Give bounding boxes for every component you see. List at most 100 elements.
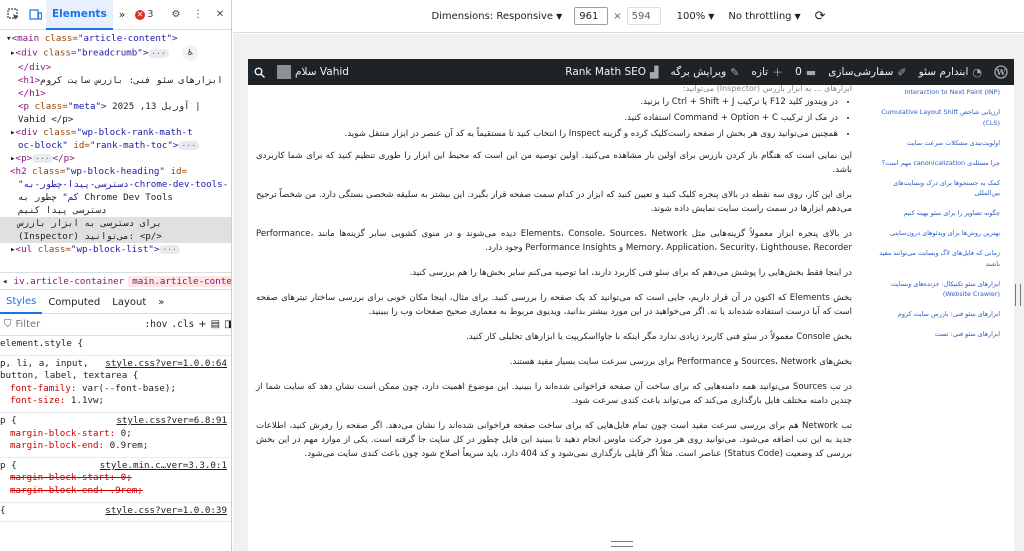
tree-node-h2-id[interactable]: "دسترسی-پیدا-چطور-به-chrome-dev-tools- — [0, 178, 231, 191]
tree-node-ul[interactable]: ▸<ul class="wp-block-list"> ··· — [0, 243, 231, 256]
wordpress-logo-icon[interactable]: W — [988, 59, 1014, 85]
rotate-icon[interactable]: ⟳ — [815, 9, 826, 24]
viewport-width-input[interactable]: 961 — [574, 7, 609, 25]
collapsed-dots[interactable]: ··· — [159, 245, 180, 254]
toc-link[interactable]: ابزارهای سئو فنی: بازرس سایت کروم — [874, 309, 1000, 320]
property-value[interactable]: 0; — [121, 428, 132, 439]
comments-menu[interactable]: 0 ▬ — [789, 59, 822, 85]
breadcrumb-item[interactable]: iv.article-container — [10, 276, 129, 287]
viewport-resize-handle-right[interactable] — [1015, 284, 1021, 306]
tree-node-selected[interactable]: برای دسترسی به ابزار بازرس — [0, 217, 231, 230]
property-value[interactable]: 0; — [121, 472, 132, 483]
tree-node-h1[interactable]: <h1>ابزارهای سئو فنی: بازرس سایت کروم — [0, 74, 231, 87]
toc-link[interactable]: زمانی که فایل‌های لاگ وبسایت می‌توانند م… — [874, 248, 1000, 269]
zoom-select[interactable]: 100% ▼ — [677, 11, 715, 22]
add-rule-icon[interactable]: + — [198, 319, 206, 330]
toc-link[interactable]: اولویت‌بندی مشکلات سرعت سایت — [874, 138, 1000, 149]
tab-computed[interactable]: Computed — [42, 292, 106, 314]
tree-node-h2-text2[interactable]: دسترسی پیدا کنیم — [0, 204, 231, 217]
sidebar-toggle-icon[interactable]: ◨ — [224, 319, 231, 330]
style-property[interactable]: margin-block-start: 0; — [0, 428, 231, 441]
inspect-element-icon[interactable] — [2, 4, 24, 26]
property-value[interactable]: 1.1vw; — [71, 395, 104, 406]
property-name[interactable]: font-size — [10, 395, 60, 406]
property-name[interactable]: margin-block-start — [10, 472, 110, 483]
tree-node-close[interactable]: </h1> — [0, 87, 231, 100]
more-tabs-button[interactable]: » — [113, 0, 131, 30]
tree-node-toc-cont[interactable]: oc-block" id="rank-math-toc"> ··· — [0, 139, 231, 152]
viewport-resize-handle-bottom[interactable] — [611, 541, 633, 547]
style-property[interactable]: font-family: var(--font-base); — [0, 383, 231, 396]
error-counter[interactable]: ✕ 3 — [135, 9, 154, 20]
tab-styles[interactable]: Styles — [0, 292, 43, 314]
viewport-height-input[interactable]: 594 — [626, 7, 661, 25]
tree-node-close[interactable]: </div> — [0, 61, 231, 74]
device-toggle-icon[interactable] — [24, 4, 46, 26]
tab-layout[interactable]: Layout — [106, 292, 152, 314]
rule-selector[interactable]: element.style { — [0, 338, 231, 351]
edit-page-menu[interactable]: ویرایش برگه ✎ — [664, 59, 745, 85]
customize-menu[interactable]: سفارشی‌سازی ✐ — [822, 59, 912, 85]
styles-filter-input[interactable] — [15, 319, 141, 330]
rule-selector[interactable]: button, label, textarea { — [0, 370, 231, 383]
class-toggle[interactable]: .cls — [171, 319, 194, 330]
article-paragraph: بخش Elements که اکنون در آن قرار داریم، … — [256, 293, 852, 317]
property-value[interactable]: 0.9rem; — [110, 440, 149, 451]
collapsed-dots[interactable]: ··· — [148, 48, 169, 58]
toc-link[interactable]: چرا مسئله‌ی canonicalization مهم است؟ — [874, 158, 1000, 169]
toc-link[interactable]: چگونه تصاویر را برای سئو بهینه کنیم — [874, 208, 1000, 219]
style-property[interactable]: font-size: 1.1vw; — [0, 395, 231, 408]
property-name[interactable]: margin-block-end — [10, 485, 99, 496]
collapsed-dots[interactable]: ··· — [178, 141, 199, 150]
collapsed-dots[interactable]: ··· — [32, 154, 53, 163]
property-name[interactable]: font-family — [10, 383, 71, 394]
dimensions-select[interactable]: Dimensions: Responsive ▼ — [431, 11, 562, 22]
hover-state-toggle[interactable]: :hov — [145, 319, 168, 330]
accessibility-icon[interactable]: ♿ — [182, 45, 199, 61]
rule-source-link[interactable]: style.css?ver=6.8:91 — [116, 415, 227, 428]
property-name[interactable]: margin-block-end — [10, 440, 99, 451]
breadcrumb-item[interactable]: main.article-content — [128, 275, 231, 287]
new-content-menu[interactable]: تازه ＋ — [745, 59, 789, 85]
style-property-overridden[interactable]: margin-block-start: 0; — [0, 472, 231, 485]
toc-link[interactable]: ابزارهای سئو تکنیکال: خزنده‌های وبسایت (… — [874, 279, 1000, 300]
tree-node-breadcrumb[interactable]: ▸<div class="breadcrumb"> ··· ♿ — [0, 45, 231, 61]
more-options-icon[interactable]: ⋮ — [187, 4, 209, 26]
style-property[interactable]: margin-block-end: 0.9rem; — [0, 440, 231, 453]
avatar — [277, 65, 291, 79]
tree-node-meta[interactable]: <p class="meta"> 2025 ,13 آوریل | — [0, 100, 231, 113]
toc-link[interactable]: Interaction to Next Paint (INP) — [874, 87, 1000, 98]
breadcrumb-left-arrow[interactable]: ◂ — [0, 276, 10, 287]
tree-node-h2-text[interactable]: کم" چطور به Chrome Dev Tools — [0, 191, 231, 204]
node-text: 2025 ,13 آوریل | — [112, 101, 201, 112]
site-name-menu[interactable]: ابندارم سئو ◔ — [913, 59, 988, 85]
toc-link[interactable]: بهترین روش‌ها برای ویدئوهای درون‌سایتی — [874, 228, 1000, 239]
tree-node-selected-2[interactable]: (Inspector) می‌توانید: <p/> — [0, 230, 231, 243]
tab-elements[interactable]: Elements — [46, 0, 113, 30]
property-value[interactable]: .9rem; — [110, 485, 143, 496]
search-icon[interactable] — [248, 59, 271, 85]
computed-styles-icon[interactable]: ▤ — [211, 319, 220, 330]
tree-node-toc[interactable]: ▸<div class="wp-block-rank-math-t — [0, 126, 231, 139]
rule-source-link[interactable]: style.min.c…ver=3.3.0:1 — [100, 460, 227, 473]
tree-node-main[interactable]: ▾<main class="article-content"> — [0, 32, 231, 45]
rank-math-menu[interactable]: Rank Math SEO ▟ — [559, 59, 664, 85]
throttle-select[interactable]: No throttling ▼ — [728, 11, 800, 22]
toc-link[interactable]: کمک به جستجوها برای درک وبسایت‌های بین‌ا… — [874, 178, 1000, 199]
toc-link[interactable]: ارزیابی شاخص Cumulative Layout Shift (CL… — [874, 107, 1000, 128]
property-name[interactable]: margin-block-start — [10, 428, 110, 439]
rule-source-link[interactable]: style.css?ver=1.0.0:64 — [105, 358, 227, 371]
more-style-tabs[interactable]: » — [152, 292, 170, 314]
tree-node-meta-cont[interactable]: Vahid </p> — [0, 113, 231, 126]
admin-account-menu[interactable]: سلام Vahid — [271, 59, 355, 85]
property-value[interactable]: var(--font-base); — [82, 383, 176, 394]
toc-link[interactable]: ابزارهای سئو فنی: تست — [874, 329, 1000, 340]
tree-node-p[interactable]: ▸<p> ··· </p> — [0, 152, 231, 165]
styles-rules-list: element.style { style.css?ver=1.0.0:64 p… — [0, 336, 231, 551]
rule-source-link[interactable]: style.css?ver=1.0.0:39 — [105, 505, 227, 518]
throttle-label: No throttling — [728, 10, 792, 22]
tree-node-h2[interactable]: <h2 class="wp-block-heading" id= — [0, 165, 231, 178]
style-property-overridden[interactable]: margin-block-end: .9rem; — [0, 485, 231, 498]
settings-gear-icon[interactable]: ⚙ — [165, 4, 187, 26]
close-devtools-icon[interactable]: ✕ — [209, 4, 231, 26]
